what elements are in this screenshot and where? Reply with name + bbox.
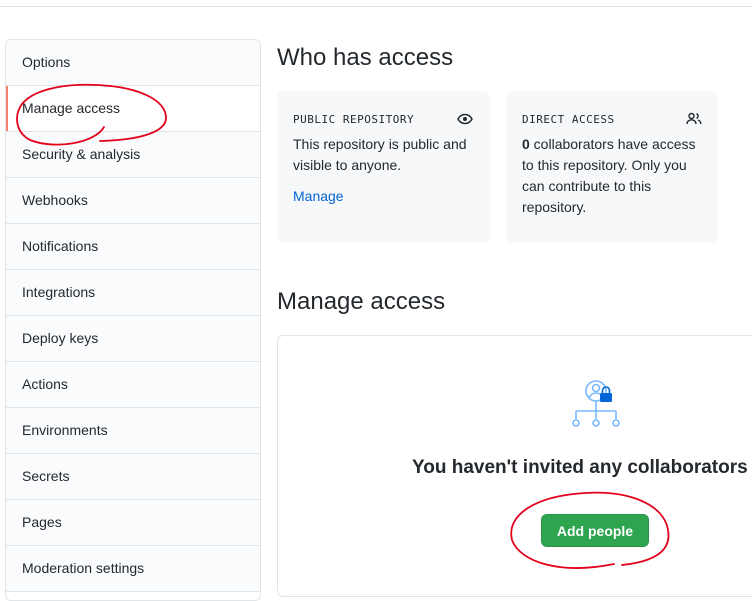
header-divider [0, 6, 752, 7]
collaborator-count: 0 [522, 136, 530, 152]
sidebar-item-environments[interactable]: Environments [6, 408, 260, 454]
sidebar-item-moderation-settings[interactable]: Moderation settings [6, 546, 260, 592]
sidebar-item-secrets[interactable]: Secrets [6, 454, 260, 500]
public-repository-title: PUBLIC REPOSITORY [293, 113, 415, 126]
add-people-button[interactable]: Add people [541, 514, 649, 547]
direct-access-text: 0 collaborators have access to this repo… [522, 134, 707, 218]
public-repository-text: This repository is public and visible to… [293, 136, 467, 173]
people-icon [686, 112, 702, 125]
collaborators-lock-icon [572, 380, 620, 427]
settings-sidebar: Options Manage access Security & analysi… [5, 39, 261, 601]
sidebar-item-notifications[interactable]: Notifications [6, 224, 260, 270]
sidebar-item-options[interactable]: Options [6, 40, 260, 86]
sidebar-item-manage-access[interactable]: Manage access [6, 86, 260, 132]
direct-access-card: DIRECT ACCESS 0 collaborators have acces… [506, 91, 718, 243]
public-repository-card: PUBLIC REPOSITORY This repository is pub… [277, 91, 490, 243]
sidebar-item-webhooks[interactable]: Webhooks [6, 178, 260, 224]
sidebar-item-actions[interactable]: Actions [6, 362, 260, 408]
sidebar-item-pages[interactable]: Pages [6, 500, 260, 546]
direct-access-title: DIRECT ACCESS [522, 113, 615, 126]
eye-icon [457, 113, 473, 125]
manage-visibility-link[interactable]: Manage [293, 188, 344, 204]
sidebar-item-security-analysis[interactable]: Security & analysis [6, 132, 260, 178]
direct-access-description: collaborators have access to this reposi… [522, 136, 696, 215]
no-collaborators-message: You haven't invited any collaborators [412, 457, 748, 478]
sidebar-item-integrations[interactable]: Integrations [6, 270, 260, 316]
manage-access-heading: Manage access [277, 288, 446, 315]
sidebar-item-deploy-keys[interactable]: Deploy keys [6, 316, 260, 362]
who-has-access-heading: Who has access [277, 44, 454, 71]
